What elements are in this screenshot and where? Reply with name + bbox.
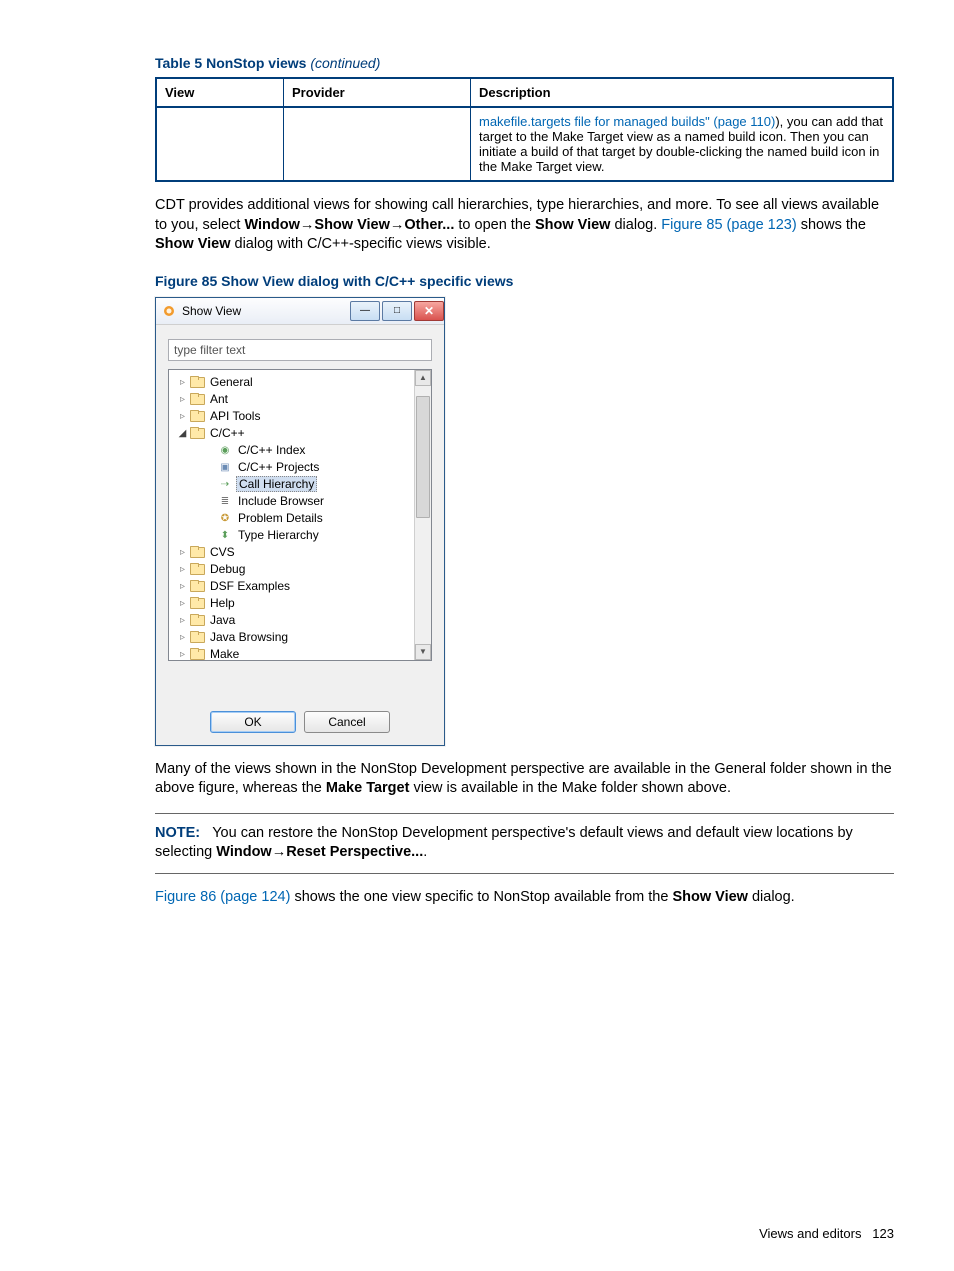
- folder-icon: [190, 546, 204, 558]
- tree-item-ccpp-projects[interactable]: ▣C/C++ Projects: [171, 459, 412, 476]
- footer-page-number: 123: [872, 1226, 894, 1241]
- folder-icon: [190, 563, 204, 575]
- scroll-up-icon[interactable]: ▲: [415, 370, 431, 386]
- note-paragraph: NOTE: You can restore the NonStop Develo…: [155, 824, 894, 863]
- titlebar[interactable]: Show View — □ ✕: [156, 298, 444, 325]
- th-view: View: [156, 78, 284, 107]
- tree-item-type-hierarchy[interactable]: ⬍Type Hierarchy: [171, 527, 412, 544]
- makefile-targets-link[interactable]: makefile.targets file for managed builds…: [479, 114, 775, 129]
- close-button[interactable]: ✕: [414, 301, 444, 321]
- tree-item-cvs[interactable]: ▹CVS: [171, 544, 412, 561]
- folder-icon: [190, 410, 204, 422]
- filter-input[interactable]: [168, 339, 432, 361]
- table-caption-main: Table 5 NonStop views: [155, 55, 306, 71]
- scroll-track[interactable]: [415, 386, 431, 644]
- tree-item-ccpp[interactable]: ◢C/C++: [171, 425, 412, 442]
- page-footer: Views and editors 123: [759, 1226, 894, 1241]
- th-provider: Provider: [284, 78, 471, 107]
- tree-item-java-browsing[interactable]: ▹Java Browsing: [171, 629, 412, 646]
- projects-icon: ▣: [218, 460, 232, 474]
- tree-item-debug[interactable]: ▹Debug: [171, 561, 412, 578]
- figure-85-link[interactable]: Figure 85 (page 123): [661, 217, 796, 233]
- show-view-dialog: Show View — □ ✕ ▹General ▹Ant ▹API Tools…: [155, 297, 445, 746]
- folder-icon: [190, 376, 204, 388]
- table-caption: Table 5 NonStop views (continued): [155, 55, 894, 71]
- divider: [155, 813, 894, 814]
- chevron-right-icon[interactable]: ▹: [177, 598, 188, 609]
- chevron-right-icon[interactable]: ▹: [177, 632, 188, 643]
- cell-view: [156, 107, 284, 181]
- footer-section: Views and editors: [759, 1226, 861, 1241]
- figure-86-link[interactable]: Figure 86 (page 124): [155, 889, 290, 905]
- view-tree[interactable]: ▹General ▹Ant ▹API Tools ◢C/C++ ◉C/C++ I…: [169, 370, 414, 660]
- tree-item-java[interactable]: ▹Java: [171, 612, 412, 629]
- nonstop-views-table: View Provider Description makefile.targe…: [155, 77, 894, 182]
- tree-item-apitools[interactable]: ▹API Tools: [171, 408, 412, 425]
- tree-item-help[interactable]: ▹Help: [171, 595, 412, 612]
- paragraph-general-folder: Many of the views shown in the NonStop D…: [155, 760, 894, 799]
- chevron-right-icon[interactable]: ▹: [177, 615, 188, 626]
- figure-85-caption: Figure 85 Show View dialog with C/C++ sp…: [155, 273, 894, 289]
- chevron-right-icon[interactable]: ▹: [177, 581, 188, 592]
- scroll-down-icon[interactable]: ▼: [415, 644, 431, 660]
- cell-provider: [284, 107, 471, 181]
- type-hierarchy-icon: ⬍: [218, 528, 232, 542]
- tree-item-dsf[interactable]: ▹DSF Examples: [171, 578, 412, 595]
- tree-item-general[interactable]: ▹General: [171, 374, 412, 391]
- table-caption-continued: (continued): [310, 55, 380, 71]
- ok-button[interactable]: OK: [210, 711, 296, 733]
- call-hierarchy-icon: ⇢: [218, 477, 232, 491]
- paragraph-cdt-views: CDT provides additional views for showin…: [155, 196, 894, 255]
- folder-icon: [190, 614, 204, 626]
- table-row: makefile.targets file for managed builds…: [156, 107, 893, 181]
- scrollbar[interactable]: ▲ ▼: [414, 370, 431, 660]
- divider: [155, 873, 894, 874]
- tree-item-make[interactable]: ▹Make: [171, 646, 412, 660]
- dialog-title: Show View: [182, 304, 348, 318]
- tree-item-call-hierarchy[interactable]: ⇢Call Hierarchy: [171, 476, 412, 493]
- chevron-right-icon[interactable]: ▹: [177, 394, 188, 405]
- folder-icon: [190, 393, 204, 405]
- cancel-button[interactable]: Cancel: [304, 711, 390, 733]
- tree-item-problem-details[interactable]: ✪Problem Details: [171, 510, 412, 527]
- chevron-right-icon[interactable]: ▹: [177, 411, 188, 422]
- chevron-right-icon[interactable]: ▹: [177, 377, 188, 388]
- index-icon: ◉: [218, 443, 232, 457]
- chevron-right-icon[interactable]: ▹: [177, 649, 188, 660]
- folder-icon: [190, 648, 204, 660]
- folder-icon: [190, 427, 204, 439]
- folder-icon: [190, 580, 204, 592]
- tree-item-include-browser[interactable]: ≣Include Browser: [171, 493, 412, 510]
- cell-description: makefile.targets file for managed builds…: [471, 107, 894, 181]
- include-browser-icon: ≣: [218, 494, 232, 508]
- maximize-button[interactable]: □: [382, 301, 412, 321]
- tree-item-ccpp-index[interactable]: ◉C/C++ Index: [171, 442, 412, 459]
- app-icon: [162, 304, 176, 318]
- th-description: Description: [471, 78, 894, 107]
- paragraph-figure-86: Figure 86 (page 124) shows the one view …: [155, 888, 894, 908]
- note-label: NOTE:: [155, 825, 200, 841]
- chevron-right-icon[interactable]: ▹: [177, 547, 188, 558]
- folder-icon: [190, 597, 204, 609]
- problem-details-icon: ✪: [218, 511, 232, 525]
- minimize-button[interactable]: —: [350, 301, 380, 321]
- folder-icon: [190, 631, 204, 643]
- chevron-down-icon[interactable]: ◢: [177, 428, 188, 439]
- scroll-thumb[interactable]: [416, 396, 430, 518]
- tree-item-ant[interactable]: ▹Ant: [171, 391, 412, 408]
- chevron-right-icon[interactable]: ▹: [177, 564, 188, 575]
